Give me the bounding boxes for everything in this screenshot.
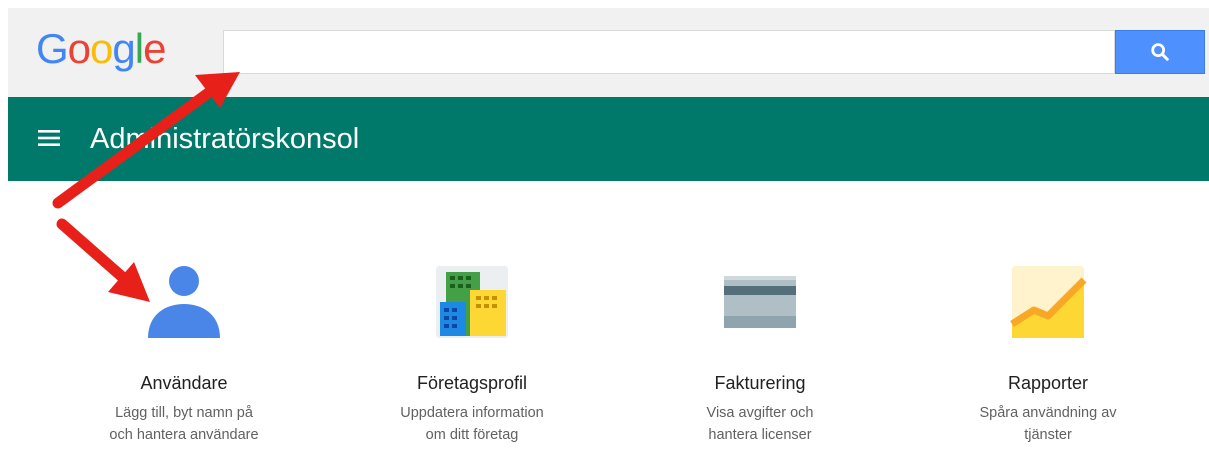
logo-letter: G [36, 25, 69, 72]
app-header: Administratörskonsol [8, 97, 1209, 181]
logo-letter: l [134, 25, 144, 72]
logo-letter: g [112, 25, 135, 72]
card-title: Rapporter [1007, 373, 1089, 393]
logo-letter: o [90, 25, 113, 72]
card-company-profile[interactable]: Företagsprofil Uppdatera information om … [352, 262, 592, 446]
card-description: Visa avgifter och hantera licenser [660, 402, 860, 446]
company-building-icon [436, 266, 508, 338]
credit-card-icon [724, 276, 796, 328]
user-icon [148, 266, 220, 338]
card-description-line: om ditt företag [425, 427, 519, 443]
card-users[interactable]: Användare Lägg till, byt namn på och han… [64, 262, 304, 446]
card-title: Fakturering [714, 373, 806, 393]
logo-letter: e [143, 25, 166, 72]
card-billing[interactable]: Fakturering Visa avgifter och hantera li… [640, 262, 880, 446]
card-description-line: Lägg till, byt namn på [115, 405, 253, 421]
google-search-bar: Google [8, 8, 1209, 97]
card-description-line: Visa avgifter och [706, 405, 814, 421]
card-description-line: hantera licenser [708, 427, 812, 443]
card-title: Användare [140, 373, 228, 393]
search-button[interactable] [1115, 30, 1205, 74]
card-description: Uppdatera information om ditt företag [372, 402, 572, 446]
page-title: Administratörskonsol [90, 123, 360, 155]
card-description-line: Uppdatera information [400, 405, 544, 421]
card-description-line: Spåra användning av [979, 405, 1117, 421]
reports-chart-icon [1010, 266, 1087, 338]
card-reports[interactable]: Rapporter Spåra användning av tjänster [928, 262, 1168, 446]
search-icon [1151, 43, 1169, 61]
card-description: Spåra användning av tjänster [948, 402, 1148, 446]
menu-icon[interactable] [37, 126, 61, 150]
logo-letter: o [67, 25, 91, 72]
card-description: Lägg till, byt namn på och hantera använ… [84, 402, 284, 446]
google-logo[interactable]: Google [36, 24, 166, 74]
card-description-line: och hantera användare [109, 427, 259, 443]
admin-console-page: Google Administratörskonsol Användare Lä… [0, 0, 1209, 450]
card-title: Företagsprofil [416, 373, 528, 393]
search-input[interactable] [223, 30, 1115, 74]
card-description-line: tjänster [1024, 427, 1072, 443]
